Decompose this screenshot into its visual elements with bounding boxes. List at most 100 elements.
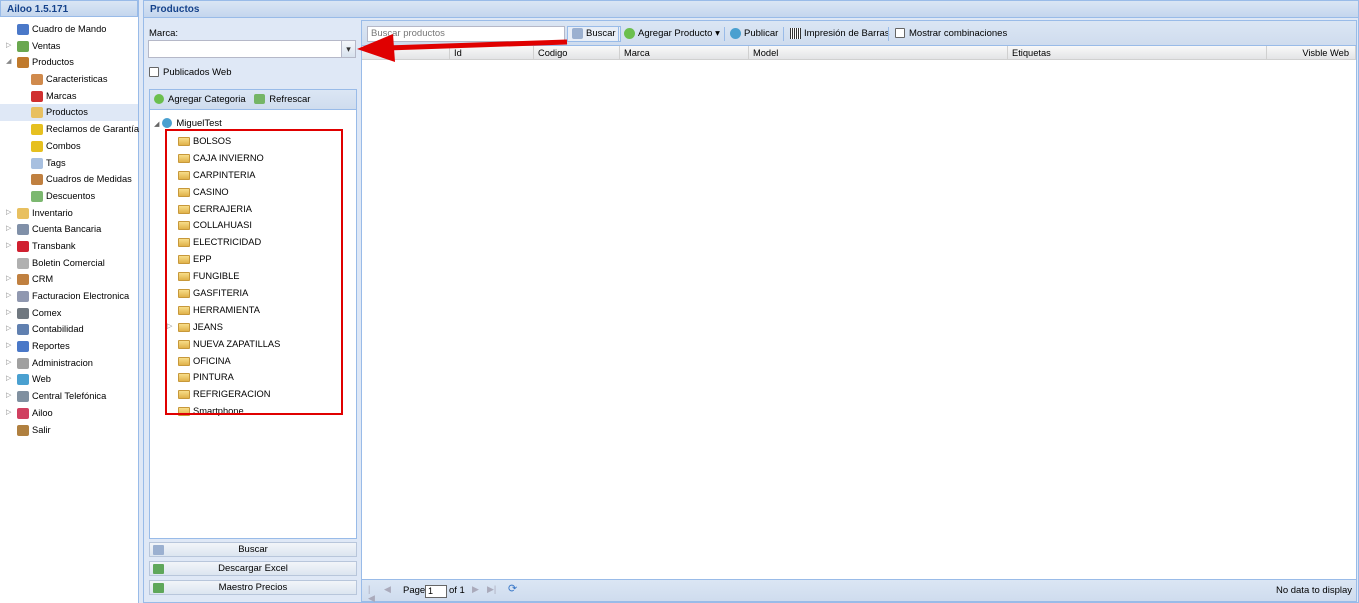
money-icon — [17, 40, 29, 52]
folder-icon — [178, 238, 190, 248]
nav-item[interactable]: ▷ Reportes — [0, 338, 138, 355]
expand-icon[interactable]: ▷ — [6, 288, 14, 305]
add-category-button[interactable]: Agregar Categoria — [154, 94, 246, 105]
next-page-icon[interactable]: ▶ — [472, 585, 481, 594]
nav-item[interactable]: ▷ Comex — [0, 305, 138, 322]
nav-item-label: Reclamos de Garantía — [46, 124, 140, 135]
nav-item[interactable]: Reclamos de Garantía — [0, 121, 140, 138]
nav-item[interactable]: ▷ Ailoo — [0, 405, 138, 422]
category-label: JEANS — [193, 321, 223, 332]
category-node[interactable]: NUEVA ZAPATILLAS — [150, 336, 356, 353]
descargar-excel-button[interactable]: Descargar Excel — [149, 561, 357, 576]
folder-icon — [178, 390, 190, 400]
column-header[interactable]: Id — [450, 46, 534, 60]
ailoo-icon — [17, 407, 29, 419]
expand-icon[interactable]: ▷ — [6, 271, 14, 288]
nav-item[interactable]: ▷ Web — [0, 371, 138, 388]
nav-item[interactable]: ▷ Central Telefónica — [0, 388, 138, 405]
expand-icon[interactable]: ▷ — [6, 205, 14, 222]
collapse-icon[interactable]: ◢ — [154, 121, 159, 128]
prev-page-icon[interactable]: ◀ — [384, 585, 393, 594]
expand-icon[interactable]: ▷ — [6, 388, 14, 405]
folder-icon — [178, 305, 190, 315]
chevron-down-icon[interactable]: ▾ — [341, 41, 355, 57]
column-header[interactable]: Model — [749, 46, 1008, 60]
show-combinations-checkbox[interactable]: Mostrar combinaciones — [895, 26, 1007, 42]
first-page-icon[interactable]: |◀ — [368, 585, 377, 603]
nav-item[interactable]: Combos — [0, 138, 138, 155]
nav-item-label: Boletin Comercial — [32, 257, 105, 268]
column-header[interactable]: Marca — [620, 46, 749, 60]
last-page-icon[interactable]: ▶| — [487, 585, 496, 594]
expand-icon[interactable]: ▷ — [6, 305, 14, 322]
category-node[interactable]: GASFITERIA — [150, 285, 356, 302]
expand-icon[interactable]: ▷ — [6, 355, 14, 372]
category-node[interactable]: CASINO — [150, 184, 356, 201]
nav-item[interactable]: ▷ Facturacion Electronica — [0, 288, 138, 305]
category-node[interactable]: CAJA INVIERNO — [150, 150, 356, 167]
search-input[interactable]: Buscar productos — [367, 26, 565, 42]
expand-icon[interactable]: ▷ — [6, 221, 14, 238]
nav-item[interactable]: Descuentos — [0, 188, 138, 205]
buscar-button[interactable]: Buscar — [149, 542, 357, 557]
refresh-button[interactable]: Refrescar — [254, 94, 310, 105]
nav-item[interactable]: ◢ Productos — [0, 54, 138, 71]
checkbox-icon[interactable] — [895, 28, 905, 39]
add-product-button[interactable]: Agregar Producto ▾ — [624, 26, 720, 42]
category-node[interactable]: REFRIGERACION — [150, 386, 356, 403]
nav-item[interactable]: Marcas — [0, 88, 138, 105]
page-count-label: of 1 — [449, 585, 465, 596]
category-node[interactable]: FUNGIBLE — [150, 268, 356, 285]
publicados-web-checkbox[interactable]: Publicados Web — [149, 66, 231, 80]
globe-icon — [730, 27, 741, 39]
nav-item-label: Transbank — [32, 240, 76, 251]
nav-item[interactable]: Caracteristicas — [0, 71, 138, 88]
column-header[interactable]: Codigo — [534, 46, 620, 60]
category-node[interactable]: ▷ JEANS — [150, 319, 356, 336]
column-header[interactable]: Etiquetas — [1008, 46, 1267, 60]
expand-icon[interactable]: ▷ — [167, 319, 172, 336]
nav-item[interactable]: Cuadro de Mando — [0, 21, 138, 38]
column-header[interactable] — [362, 46, 450, 60]
nav-item[interactable]: Boletin Comercial — [0, 255, 138, 272]
expand-icon[interactable]: ▷ — [6, 371, 14, 388]
truck-icon — [17, 307, 29, 319]
nav-item[interactable]: ▷ Inventario — [0, 205, 138, 222]
nav-item[interactable]: ▷ Contabilidad — [0, 321, 138, 338]
category-node[interactable]: COLLAHUASI — [150, 217, 356, 234]
nav-item[interactable]: Productos — [0, 104, 138, 122]
nav-item[interactable]: ▷ Administracion — [0, 355, 138, 372]
nav-item[interactable]: ▷ Ventas — [0, 38, 138, 55]
category-node[interactable]: EPP — [150, 251, 356, 268]
nav-item[interactable]: Salir — [0, 422, 138, 439]
nav-item[interactable]: ▷ Transbank — [0, 238, 138, 255]
category-node[interactable]: CARPINTERIA — [150, 167, 356, 184]
page-number-input[interactable]: 1 — [425, 585, 447, 598]
collapse-icon[interactable]: ◢ — [6, 54, 14, 71]
category-node[interactable]: HERRAMIENTA — [150, 302, 356, 319]
nav-item[interactable]: Cuadros de Medidas — [0, 171, 138, 188]
category-node[interactable]: PINTURA — [150, 369, 356, 386]
nav-item[interactable]: Tags — [0, 155, 138, 172]
category-node[interactable]: OFICINA — [150, 353, 356, 370]
category-node[interactable]: BOLSOS — [150, 133, 356, 150]
barcode-print-button[interactable]: Impresión de Barras — [790, 26, 890, 42]
search-button[interactable]: Buscar — [567, 26, 621, 42]
nav-item[interactable]: ▷ CRM — [0, 271, 138, 288]
category-node[interactable]: ELECTRICIDAD — [150, 234, 356, 251]
category-node[interactable]: Smartphone — [150, 403, 356, 420]
tree-root-node[interactable]: ◢ MiguelTest — [154, 117, 222, 131]
expand-icon[interactable]: ▷ — [6, 405, 14, 422]
marca-combobox[interactable]: ▾ — [148, 40, 356, 58]
nav-item[interactable]: ▷ Cuenta Bancaria — [0, 221, 138, 238]
refresh-icon[interactable]: ⟳ — [508, 584, 517, 595]
expand-icon[interactable]: ▷ — [6, 238, 14, 255]
checkbox-icon[interactable] — [149, 67, 159, 78]
expand-icon[interactable]: ▷ — [6, 338, 14, 355]
column-header[interactable]: Visble Web — [1267, 46, 1356, 60]
category-node[interactable]: CERRAJERIA — [150, 201, 356, 218]
publish-button[interactable]: Publicar — [730, 26, 778, 42]
expand-icon[interactable]: ▷ — [6, 38, 14, 55]
expand-icon[interactable]: ▷ — [6, 321, 14, 338]
maestro-precios-button[interactable]: Maestro Precios — [149, 580, 357, 595]
